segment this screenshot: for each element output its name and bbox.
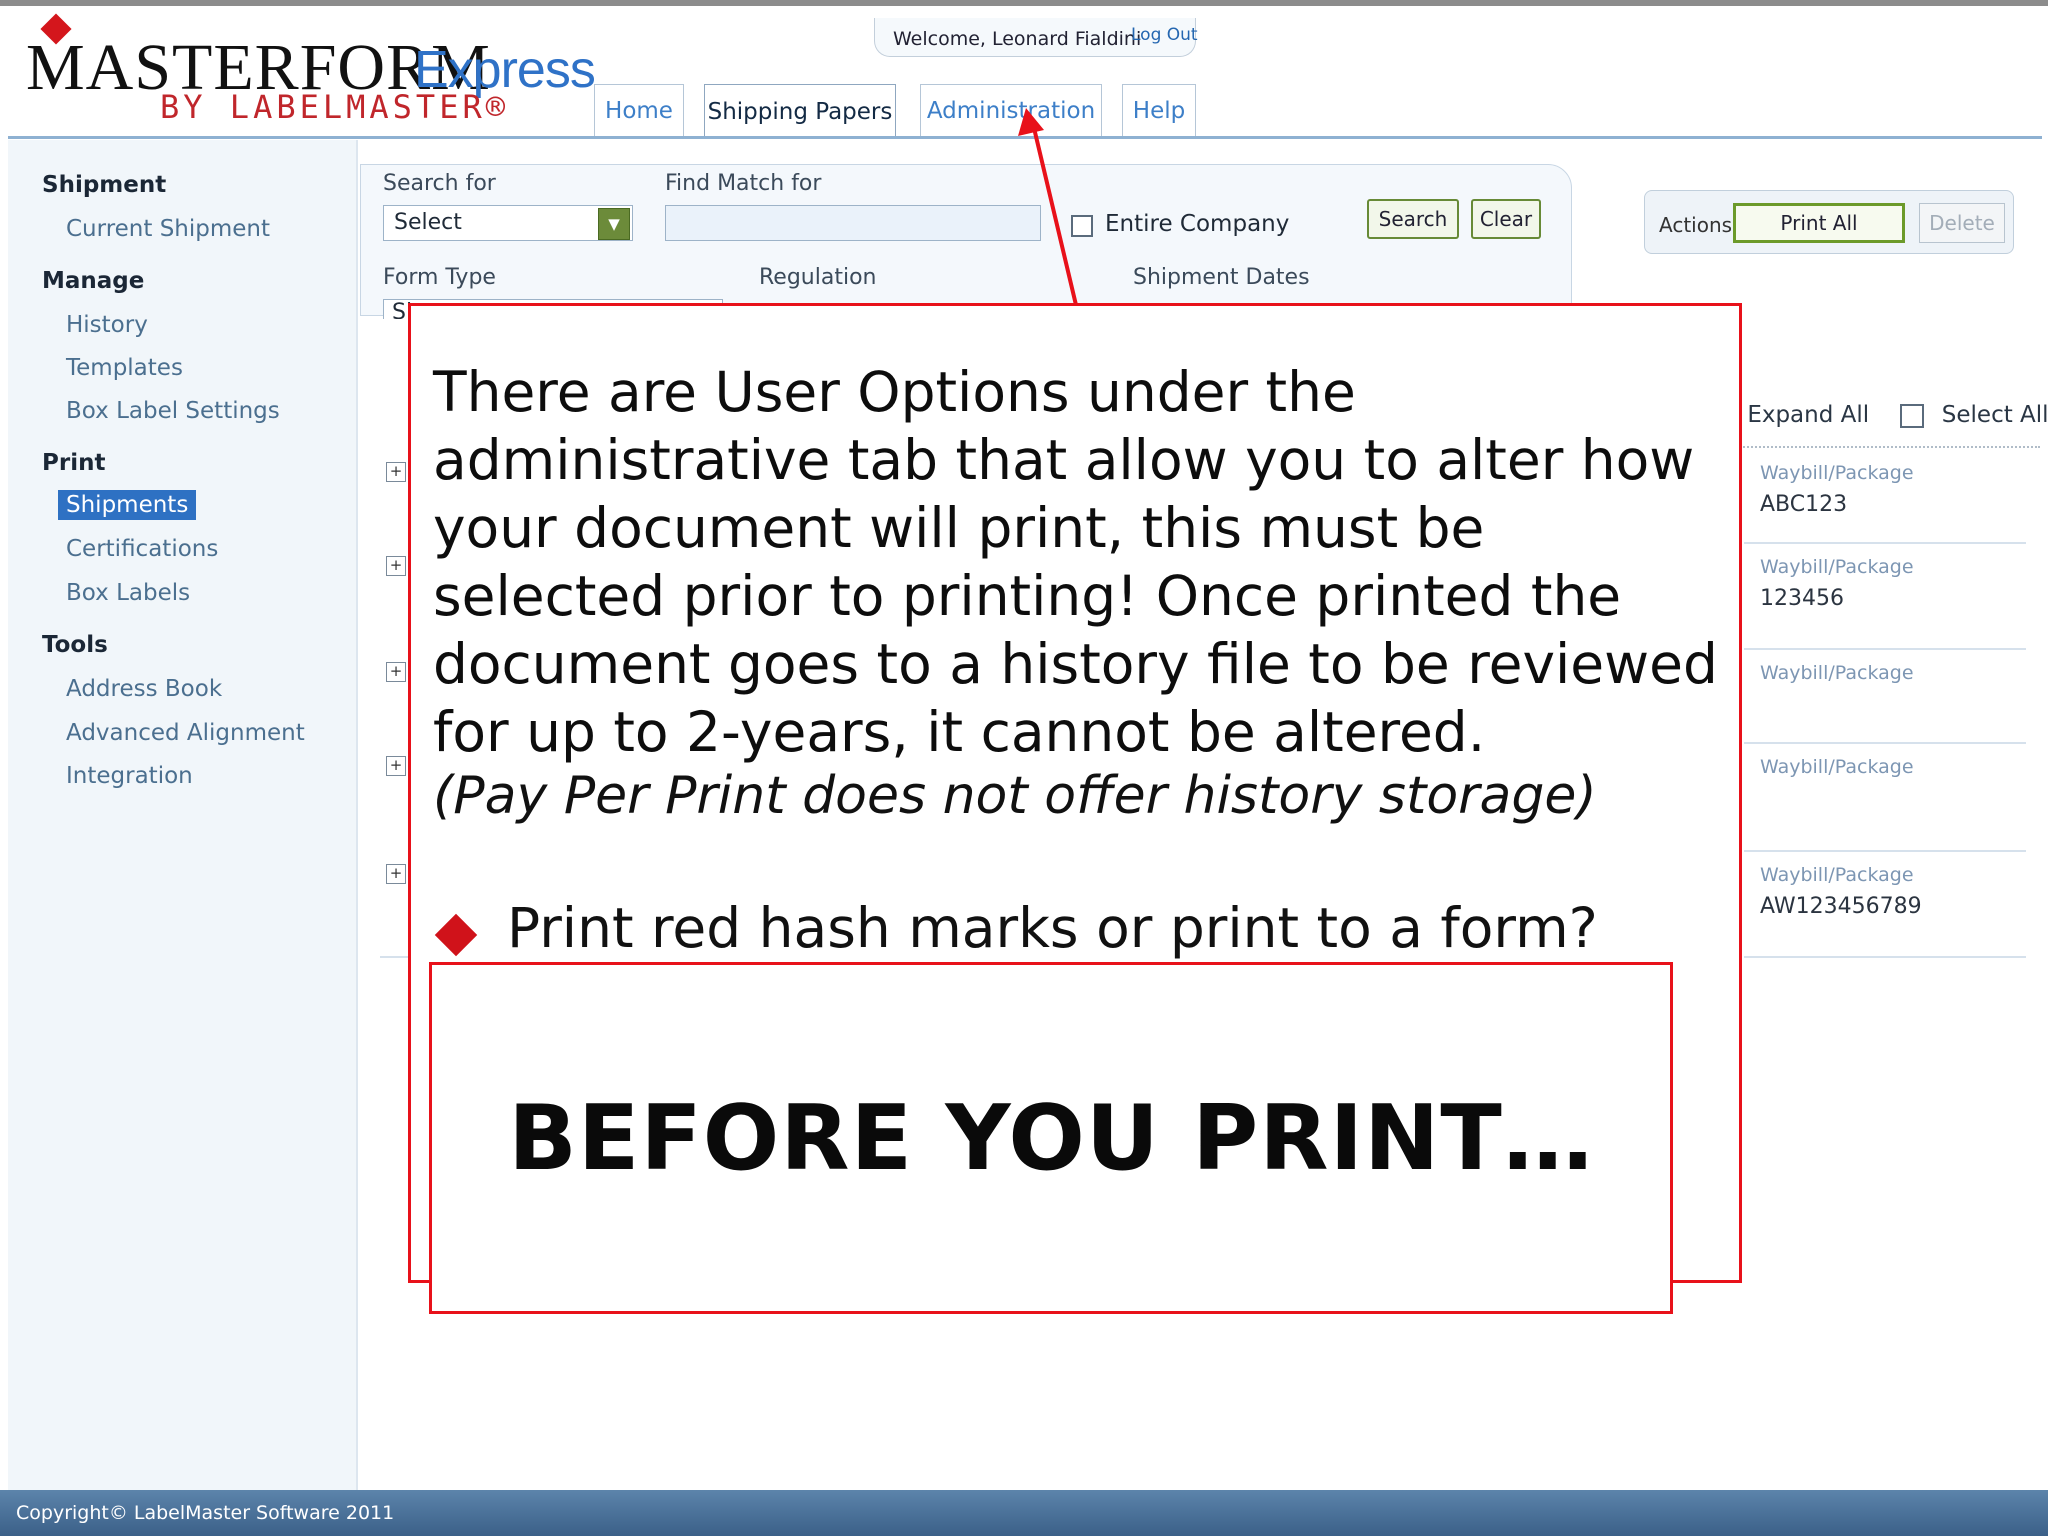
tab-help[interactable]: Help <box>1122 84 1196 137</box>
sidebar-item-box-labels[interactable]: Box Labels <box>66 580 190 606</box>
logo-by-labelmaster: BY LABELMASTER® <box>160 88 509 126</box>
delete-button[interactable]: Delete <box>1919 203 2005 243</box>
find-match-input[interactable] <box>665 205 1041 241</box>
search-for-label: Search for <box>383 171 496 196</box>
expand-row-icon[interactable]: + <box>386 864 406 884</box>
find-match-label: Find Match for <box>665 171 822 196</box>
expand-row-icon[interactable]: + <box>386 556 406 576</box>
tab-administration[interactable]: Administration <box>920 84 1102 137</box>
sidebar-item-integration[interactable]: Integration <box>66 763 193 789</box>
tab-shipping-papers[interactable]: Shipping Papers <box>704 84 896 139</box>
welcome-text: Welcome, Leonard Fialdini <box>893 28 1142 50</box>
row-separator <box>1744 648 2026 650</box>
sidebar-section-shipment: Shipment <box>42 172 167 198</box>
expand-all-label: Expand All <box>1747 402 1870 428</box>
waybill-label: Waybill/Package <box>1760 756 1914 778</box>
sidebar-section-manage: Manage <box>42 268 145 294</box>
window-top-border <box>0 0 2048 6</box>
search-for-value: Select <box>394 210 462 235</box>
app-logo: MASTERFORM Express BY LABELMASTER® <box>26 13 596 130</box>
row-separator <box>1744 742 2026 744</box>
before-you-print-banner: BEFORE YOU PRINT… <box>429 962 1673 1314</box>
sidebar-section-print: Print <box>42 450 106 476</box>
waybill-value: 123456 <box>1760 586 1844 611</box>
sidebar: Shipment Current Shipment Manage History… <box>8 140 358 1490</box>
chevron-down-icon[interactable]: ▼ <box>598 208 630 240</box>
row-separator <box>1744 850 2026 852</box>
sidebar-item-current-shipment[interactable]: Current Shipment <box>66 216 270 242</box>
sidebar-item-templates[interactable]: Templates <box>66 355 183 381</box>
row-separator <box>1744 542 2026 544</box>
waybill-label: Waybill/Package <box>1760 864 1914 886</box>
tab-home[interactable]: Home <box>594 84 684 137</box>
row-separator <box>1744 956 2026 958</box>
sidebar-item-shipments[interactable]: Shipments <box>58 490 197 520</box>
form-type-label: Form Type <box>383 265 496 290</box>
expand-row-icon[interactable]: + <box>386 756 406 776</box>
expand-row-icon[interactable]: + <box>386 462 406 482</box>
bullet-diamond-icon <box>434 913 478 957</box>
print-all-button[interactable]: Print All <box>1733 203 1905 243</box>
banner-text: BEFORE YOU PRINT… <box>508 1085 1594 1191</box>
waybill-label: Waybill/Package <box>1760 556 1914 578</box>
search-button[interactable]: Search <box>1367 199 1459 239</box>
waybill-value: ABC123 <box>1760 492 1848 517</box>
select-all-checkbox[interactable] <box>1900 403 1925 428</box>
shipment-dates-label: Shipment Dates <box>1133 265 1310 290</box>
list-divider <box>1740 446 2040 448</box>
callout-text: There are User Options under the adminis… <box>433 360 1718 764</box>
expand-row-icon[interactable]: + <box>386 662 406 682</box>
callout-bullet: Print red hash marks or print to a form? <box>507 896 1598 960</box>
entire-company-label: Entire Company <box>1105 211 1290 237</box>
actions-label: Actions <box>1659 213 1733 237</box>
sidebar-item-address-book[interactable]: Address Book <box>66 676 222 702</box>
sidebar-section-tools: Tools <box>42 632 108 658</box>
copyright-text: Copyright© LabelMaster Software 2011 <box>16 1502 395 1524</box>
search-panel: Search for Select ▼ Find Match for Entir… <box>360 164 1572 319</box>
sidebar-item-certifications[interactable]: Certifications <box>66 536 218 562</box>
clear-button[interactable]: Clear <box>1471 199 1541 239</box>
waybill-label: Waybill/Package <box>1760 462 1914 484</box>
waybill-value: AW123456789 <box>1760 894 1922 919</box>
callout-note: (Pay Per Print does not offer history st… <box>433 766 1597 826</box>
footer: Copyright© LabelMaster Software 2011 <box>0 1490 2048 1536</box>
logout-link[interactable]: Log Out <box>1131 25 1198 45</box>
sidebar-item-history[interactable]: History <box>66 312 148 338</box>
sidebar-item-box-label-settings[interactable]: Box Label Settings <box>66 398 280 424</box>
regulation-label: Regulation <box>759 265 877 290</box>
nav-divider <box>8 136 2042 139</box>
list-controls: Expand All Select All <box>1714 402 2048 428</box>
search-for-select[interactable]: Select ▼ <box>383 205 633 241</box>
sidebar-item-advanced-alignment[interactable]: Advanced Alignment <box>66 720 305 746</box>
welcome-bar: Welcome, Leonard Fialdini Log Out <box>874 18 1198 57</box>
waybill-label: Waybill/Package <box>1760 662 1914 684</box>
entire-company-checkbox[interactable] <box>1071 215 1093 237</box>
actions-panel: Actions Print All Delete <box>1644 190 2014 254</box>
select-all-label: Select All <box>1941 402 2048 428</box>
